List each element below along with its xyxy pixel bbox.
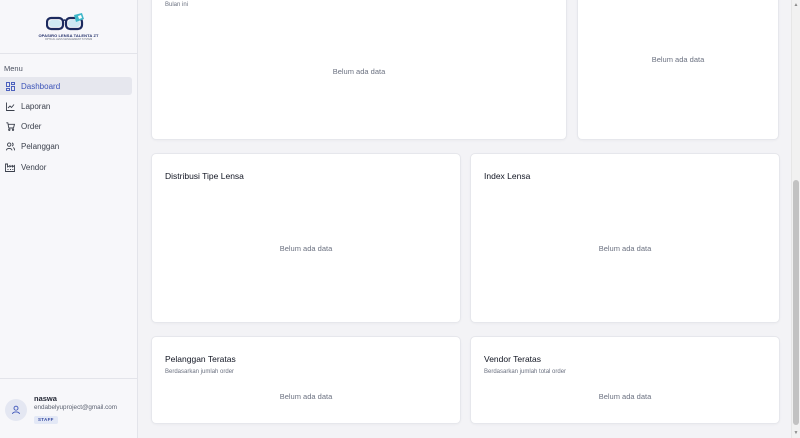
card-title: Index Lensa [484,171,531,181]
sidebar-item-label: Vendor [21,162,47,172]
empty-state: Belum ada data [598,244,652,253]
sidebar: OPASIRO LENSA TALENTA ZT OPTICAL LENS MA… [0,0,138,438]
user-name: naswa [34,394,57,403]
card-top-right: Belum ada data [577,0,779,140]
empty-state: Belum ada data [651,55,705,64]
sidebar-item-order[interactable]: Order [0,117,132,135]
sidebar-item-vendor[interactable]: Vendor [0,158,132,176]
empty-state: Belum ada data [279,392,333,401]
brand-subtitle: OPTICAL LENS MANAGEMENT SYSTEM [44,38,93,41]
scroll-up-icon[interactable]: ▲ [792,1,800,9]
card-distribusi-tipe-lensa: Distribusi Tipe Lensa Belum ada data [151,153,461,323]
card-subtitle: Bulan ini [165,2,189,8]
empty-state: Belum ada data [279,244,333,253]
sidebar-item-label: Order [21,121,42,131]
sidebar-item-dashboard[interactable]: Dashboard [0,77,132,95]
sidebar-item-label: Laporan [21,101,51,111]
scroll-down-icon[interactable]: ▼ [792,429,800,437]
menu-label: Menu [4,64,23,73]
role-badge: STAFF [34,416,58,424]
card-title: Pelanggan Teratas [165,354,236,364]
scrollbar-thumb[interactable] [793,180,799,425]
glasses-logo-icon [46,13,84,31]
brand-logo[interactable]: OPASIRO LENSA TALENTA ZT OPTICAL LENS MA… [0,0,137,54]
users-icon [0,141,20,151]
card-vendor-teratas: Vendor Teratas Berdasarkan jumlah total … [470,336,780,424]
sidebar-item-label: Pelanggan [21,141,60,151]
chart-line-icon [0,102,20,111]
card-monthly-chart: Bulan ini Belum ada data [151,0,567,140]
card-title: Distribusi Tipe Lensa [165,171,244,181]
sidebar-item-laporan[interactable]: Laporan [0,97,132,115]
avatar [5,399,27,421]
user-email: endabelyuproject@gmail.com [34,404,118,411]
cart-icon [0,121,20,131]
card-subtitle: Berdasarkan jumlah total order [484,369,567,375]
card-title: Vendor Teratas [484,354,542,364]
user-profile[interactable]: naswa endabelyuproject@gmail.com STAFF [0,378,137,438]
card-subtitle: Berdasarkan jumlah order [165,369,235,375]
sidebar-item-pelanggan[interactable]: Pelanggan [0,137,132,155]
sidebar-item-label: Dashboard [21,81,61,91]
empty-state: Belum ada data [598,392,652,401]
card-pelanggan-teratas: Pelanggan Teratas Berdasarkan jumlah ord… [151,336,461,424]
user-icon [12,405,20,415]
empty-state: Belum ada data [332,67,386,76]
dashboard-grid-icon [0,81,20,91]
factory-icon [0,163,20,172]
card-index-lensa: Index Lensa Belum ada data [470,153,780,323]
